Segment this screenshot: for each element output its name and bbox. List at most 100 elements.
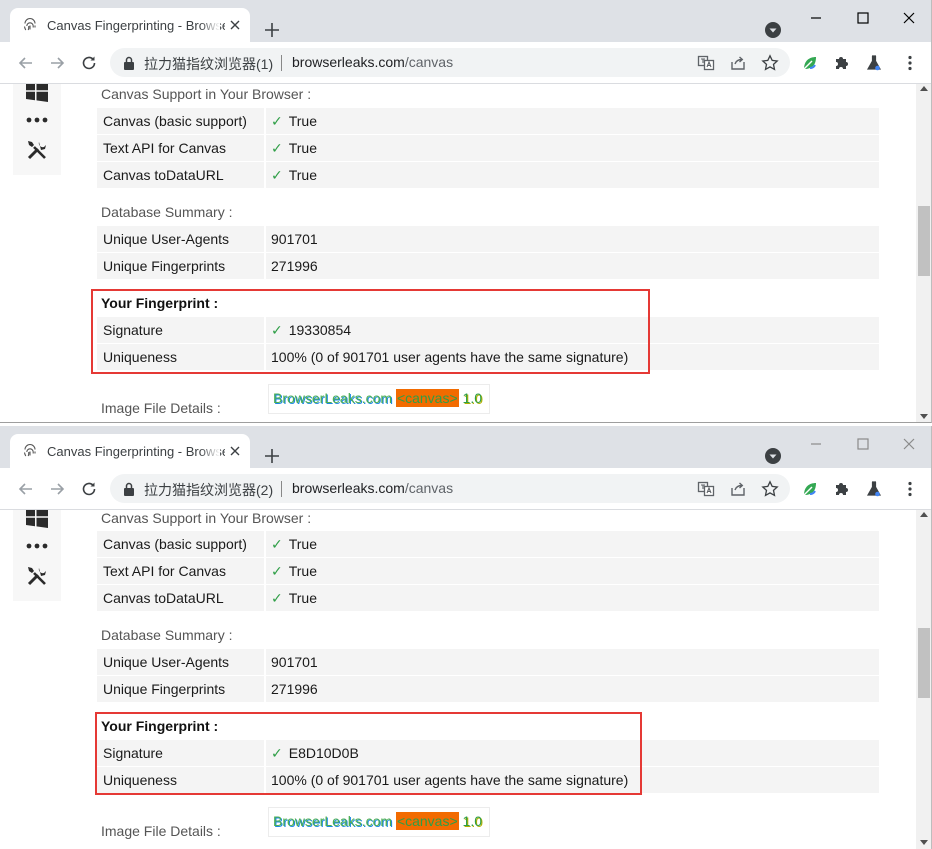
lock-icon[interactable] [122,481,136,497]
chevron-down-circle-icon[interactable] [764,447,782,465]
scroll-thumb[interactable] [918,628,930,698]
scroll-up-arrow-icon[interactable] [920,86,928,91]
reload-icon[interactable] [79,479,99,499]
plus-icon[interactable] [262,446,282,466]
omnibox-separator [281,481,282,497]
cell-divider [264,226,266,252]
canvas-image: BrowserLeaks.com <canvas> 1.0 [268,807,490,837]
row-key: Canvas toDataURL [103,167,224,183]
puzzle-icon[interactable] [832,479,852,499]
close-icon[interactable] [228,18,242,32]
row-value: 901701 [271,654,318,670]
more-dots-icon[interactable] [25,108,49,132]
check-icon: ✓ [271,536,283,552]
scroll-thumb[interactable] [918,206,930,276]
omnibox[interactable]: 拉力猫指纹浏览器(2) browserleaks.com/canvas [110,474,790,503]
check-icon: ✓ [271,113,283,129]
plus-icon[interactable] [262,20,282,40]
arrow-left-icon[interactable] [16,479,36,499]
tools-icon[interactable] [25,138,49,162]
cell-divider [264,135,266,161]
close-window-icon[interactable] [899,434,919,454]
reload-icon[interactable] [79,53,99,73]
table-row: Unique Fingerprints 271996 [97,676,879,702]
url-host: browserleaks.com [292,480,405,496]
row-value: ✓ True [271,113,317,130]
scroll-down-arrow-icon[interactable] [920,840,928,845]
tab-strip: Canvas Fingerprinting - BrowserLeaks [0,0,931,42]
minimize-icon[interactable] [806,434,826,454]
flask-icon[interactable] [864,479,884,499]
cell-divider [264,585,266,611]
tools-icon[interactable] [25,564,49,588]
scroll-up-arrow-icon[interactable] [920,512,928,517]
fingerprint-highlight-box [95,712,642,795]
puzzle-icon[interactable] [832,53,852,73]
row-key: Text API for Canvas [103,140,226,156]
tab-canvas-fingerprinting[interactable]: Canvas Fingerprinting - BrowserLeaks [10,434,250,468]
windows-logo-icon[interactable] [25,84,49,103]
row-key: Unique Fingerprints [103,681,226,697]
scroll-down-arrow-icon[interactable] [920,414,928,419]
tab-title-fade [200,14,220,36]
translate-icon[interactable] [697,54,715,72]
canvas-image-version: 1.0 [458,813,483,829]
flask-icon[interactable] [864,53,884,73]
leaf-extension-icon[interactable] [800,479,820,499]
vertical-scrollbar[interactable] [916,510,931,849]
omnibox-separator [281,55,282,71]
maximize-icon[interactable] [853,8,873,28]
row-value: ✓ True [271,167,317,184]
url-path: /canvas [404,54,454,70]
canvas-image-text: BrowserLeaks.com <canvas> 1.0 [273,389,482,407]
star-icon[interactable] [761,480,779,498]
table-row: Unique User-Agents 901701 [97,226,879,252]
tab-canvas-fingerprinting[interactable]: Canvas Fingerprinting - BrowserLeaks [10,8,250,42]
browser-window-1: Canvas Fingerprinting - BrowserLeaks [0,0,932,423]
row-value: 271996 [271,258,318,274]
row-key: Canvas (basic support) [103,536,247,552]
row-value: ✓ True [271,563,317,580]
check-icon: ✓ [271,590,283,606]
canvas-image-brand: BrowserLeaks.com [273,390,396,406]
vertical-scrollbar[interactable] [916,84,931,422]
chevron-down-circle-icon[interactable] [764,21,782,39]
leaf-extension-icon[interactable] [800,53,820,73]
omnibox[interactable]: 拉力猫指纹浏览器(1) browserleaks.com/canvas [110,48,790,77]
row-value-text: True [288,113,318,129]
share-icon[interactable] [729,480,747,498]
arrow-left-icon[interactable] [16,53,36,73]
maximize-icon[interactable] [853,434,873,454]
windows-logo-icon[interactable] [25,510,49,529]
star-icon[interactable] [761,54,779,72]
fingerprint-icon [23,444,36,457]
translate-icon[interactable] [697,480,715,498]
site-name: 拉力猫指纹浏览器(2) [144,482,274,498]
check-icon: ✓ [271,167,283,183]
row-key: Canvas toDataURL [103,590,224,606]
image-file-details-label: Image File Details : [101,400,221,416]
table-row: Canvas toDataURL ✓ True [97,162,879,188]
share-icon[interactable] [729,54,747,72]
side-panel [13,84,61,175]
arrow-right-icon[interactable] [47,479,67,499]
fingerprint-icon [23,18,36,31]
kebab-menu-icon[interactable] [900,53,920,73]
close-icon[interactable] [228,444,242,458]
more-dots-icon[interactable] [25,534,49,558]
url-host: browserleaks.com [292,54,405,70]
canvas-image: BrowserLeaks.com <canvas> 1.0 [268,384,490,414]
canvas-image-tag: <canvas> [395,812,459,830]
close-window-icon[interactable] [899,8,919,28]
arrow-right-icon[interactable] [47,53,67,73]
minimize-icon[interactable] [806,8,826,28]
table-row: Canvas toDataURL ✓ True [97,585,879,611]
row-key: Unique User-Agents [103,654,230,670]
canvas-support-label: Canvas Support in Your Browser : [101,86,312,102]
kebab-menu-icon[interactable] [900,479,920,499]
toolbar: 拉力猫指纹浏览器(2) browserleaks.com/canvas [0,468,931,510]
tab-title: Canvas Fingerprinting - BrowserLeaks [47,444,225,459]
lock-icon[interactable] [122,55,136,71]
cell-divider [264,676,266,702]
cell-divider [264,558,266,584]
